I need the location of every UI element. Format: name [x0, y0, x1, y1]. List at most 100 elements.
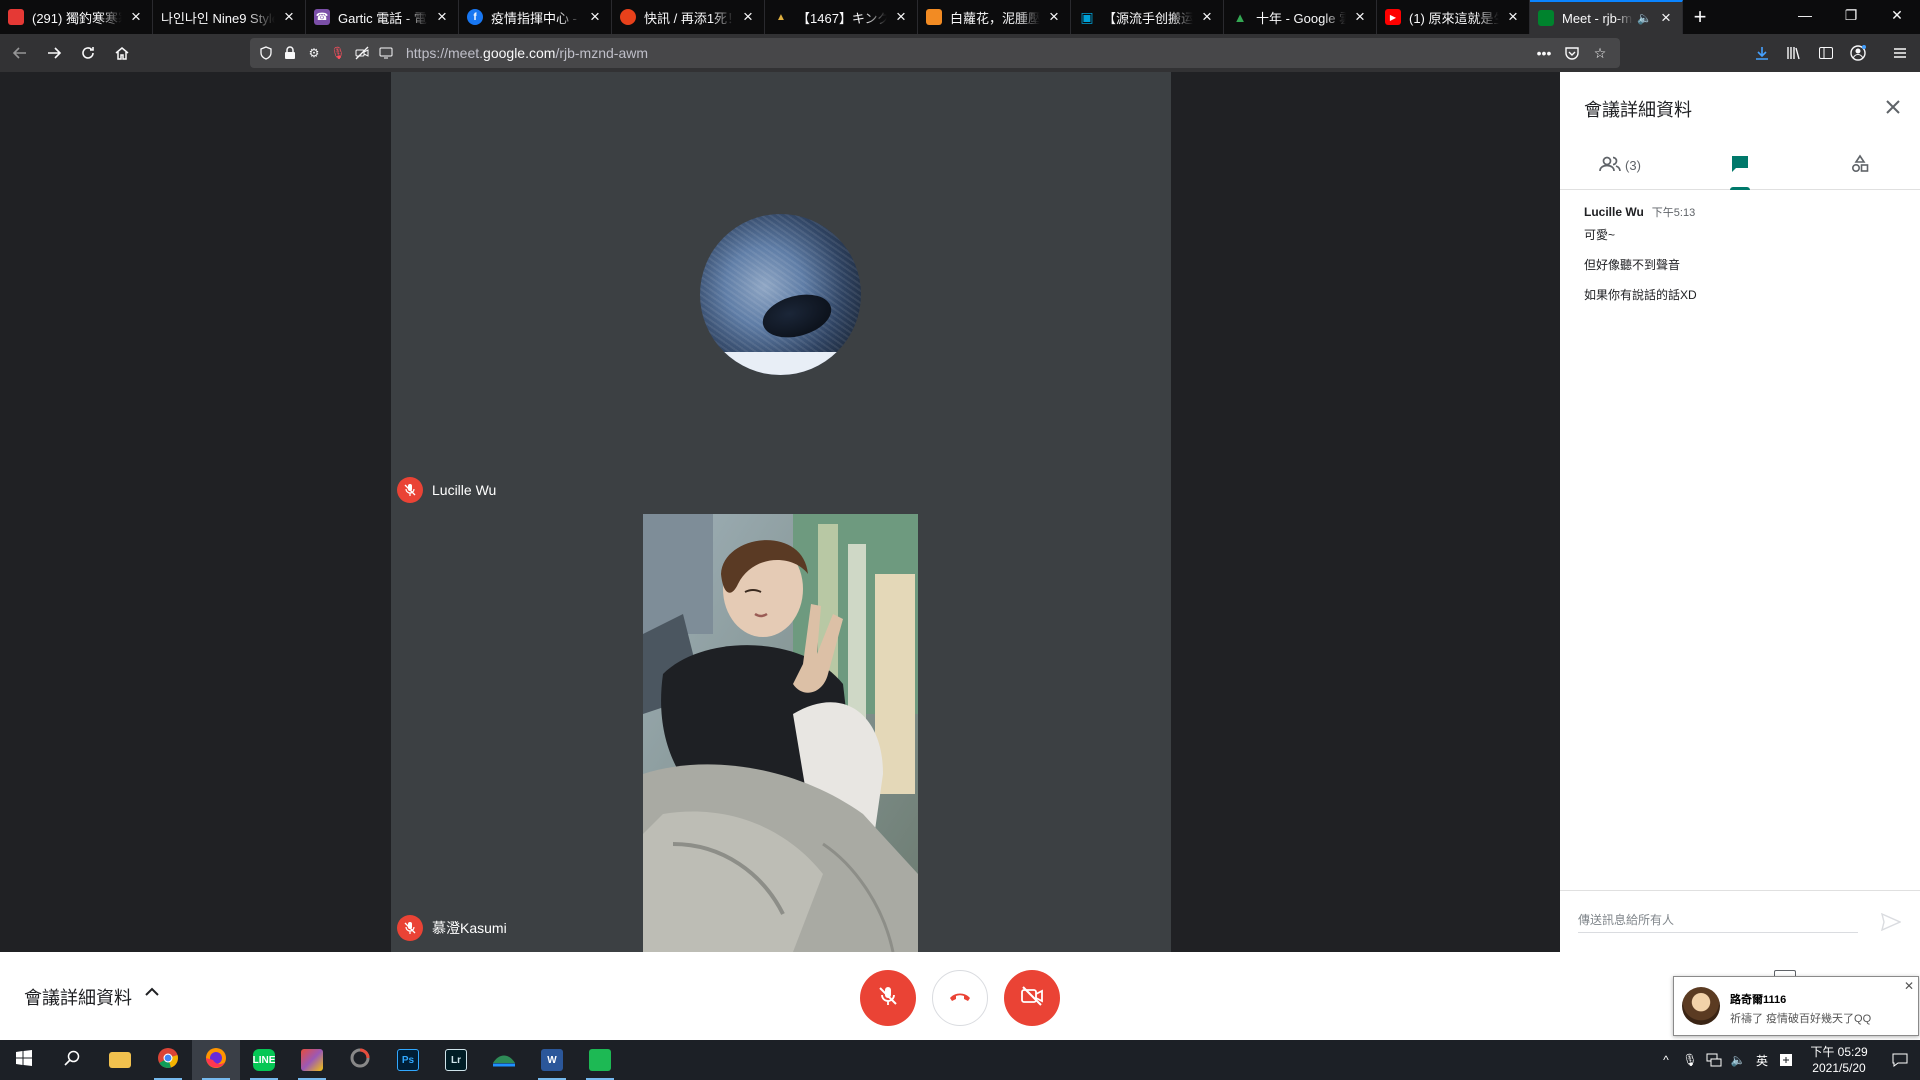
url-bar[interactable]: ⚙ 🎙 https://meet.google.com/rjb-mznd-awm… [250, 38, 1620, 68]
shield-icon[interactable] [258, 45, 274, 61]
close-tab-icon[interactable]: × [740, 8, 756, 25]
downloads-icon[interactable] [1746, 37, 1778, 69]
minimize-icon[interactable]: — [1782, 0, 1828, 30]
close-icon[interactable]: ✕ [1904, 979, 1914, 993]
firefox-icon [205, 1047, 227, 1074]
toggle-camera-button[interactable] [1004, 970, 1060, 1026]
taskbar-lightroom[interactable]: Lr [432, 1040, 480, 1080]
line-notification-toast[interactable]: 路奇爾1116 祈禱了 疫情破百好幾天了QQ ✕ [1673, 976, 1919, 1036]
search-button[interactable] [48, 1040, 96, 1080]
microphone-sharing-icon[interactable]: 🎙 [330, 45, 346, 61]
start-button[interactable] [0, 1040, 48, 1080]
taskbar-line[interactable]: LINE [240, 1040, 288, 1080]
browser-tab[interactable]: (291) 獨釣寒寒寒 × [0, 0, 153, 34]
google-meet-favicon-icon [1538, 10, 1554, 26]
meeting-details-label[interactable]: 會議詳細資料 [24, 984, 132, 1010]
close-tab-icon[interactable]: × [1352, 8, 1368, 25]
close-tab-icon[interactable]: × [281, 8, 297, 25]
taskbar-chrome[interactable] [144, 1040, 192, 1080]
wave-app-icon [492, 1049, 516, 1072]
notification-center-icon[interactable] [1880, 1040, 1920, 1080]
tab-activities[interactable] [1800, 142, 1920, 189]
ime-mode-icon[interactable] [1774, 1040, 1798, 1080]
recorder-icon [349, 1047, 371, 1074]
clock[interactable]: 下午 05:29 2021/5/20 [1798, 1044, 1880, 1076]
blog-favicon-icon [926, 9, 942, 25]
home-icon[interactable] [106, 37, 138, 69]
taskbar-app[interactable] [576, 1040, 624, 1080]
taskbar-app[interactable] [336, 1040, 384, 1080]
url-text[interactable]: https://meet.google.com/rjb-mznd-awm [406, 45, 648, 61]
close-panel-button[interactable] [1878, 92, 1908, 122]
restore-icon[interactable]: ❐ [1828, 0, 1874, 30]
tab-people[interactable]: (3) [1560, 142, 1680, 189]
menu-icon[interactable] [1884, 37, 1916, 69]
account-icon[interactable] [1842, 37, 1874, 69]
browser-tab[interactable]: 나인나인 Nine9 Style × [153, 0, 306, 34]
back-icon[interactable] [4, 37, 36, 69]
taskbar-photoshop[interactable]: Ps [384, 1040, 432, 1080]
chrome-icon [157, 1047, 179, 1074]
lock-icon[interactable] [282, 45, 298, 61]
browser-tab[interactable]: ▣ 【源流手创搬运】 × [1071, 0, 1224, 34]
taskbar-word[interactable]: W [528, 1040, 576, 1080]
taskbar-app[interactable] [288, 1040, 336, 1080]
chat-input[interactable] [1578, 907, 1858, 933]
browser-tab[interactable]: ▲ 十年 - Google 雲端 × [1224, 0, 1377, 34]
tab-title: 疫情指揮中心 - 趕 [491, 10, 581, 26]
send-icon[interactable] [1880, 911, 1902, 933]
pocket-icon[interactable] [1558, 45, 1586, 61]
chevron-up-icon[interactable] [142, 982, 162, 1002]
taskbar-app[interactable] [480, 1040, 528, 1080]
tab-strip: (291) 獨釣寒寒寒 × 나인나인 Nine9 Style × ☎ Gartic 電… [0, 0, 1920, 34]
windows-taskbar: LINE Ps Lr W ^ 🎙 🔈 英 下午 05:29 2021/5/20 [0, 1040, 1920, 1080]
chat-composer [1560, 890, 1920, 952]
ime-indicator[interactable]: 英 [1750, 1040, 1774, 1080]
taskbar-file-explorer[interactable] [96, 1040, 144, 1080]
close-tab-icon[interactable]: × [1199, 8, 1215, 25]
browser-tab[interactable]: ☎ Gartic 電話 - 電話 × [306, 0, 459, 34]
toggle-microphone-button[interactable] [860, 970, 916, 1026]
close-tab-icon[interactable]: × [1658, 9, 1674, 26]
browser-tab[interactable]: ▲ 【1467】キング × [765, 0, 918, 34]
network-icon[interactable] [1702, 1040, 1726, 1080]
taskbar-firefox[interactable] [192, 1040, 240, 1080]
screen-share-icon[interactable] [378, 45, 394, 61]
close-tab-icon[interactable]: × [587, 8, 603, 25]
chevron-up-icon[interactable]: ^ [1654, 1040, 1678, 1080]
camera-blocked-icon[interactable] [354, 45, 370, 61]
participant-tile[interactable]: 慕澄Kasumi [391, 514, 1171, 952]
close-tab-icon[interactable]: × [1046, 8, 1062, 25]
page-actions-icon[interactable]: ••• [1530, 45, 1558, 61]
tab-chat[interactable] [1680, 142, 1800, 190]
browser-tab[interactable]: 快訊 / 再添1死！ × [612, 0, 765, 34]
participant-tile[interactable]: Lucille Wu [391, 72, 1171, 508]
close-window-icon[interactable]: ✕ [1874, 0, 1920, 30]
forward-icon[interactable] [38, 37, 70, 69]
reload-icon[interactable] [72, 37, 104, 69]
speaker-icon[interactable]: 🔈 [1637, 11, 1652, 25]
participant-avatar [700, 214, 861, 375]
notification-sender: 路奇爾1116 [1730, 994, 1787, 1006]
library-icon[interactable] [1778, 37, 1810, 69]
browser-tab[interactable]: f 疫情指揮中心 - 趕 × [459, 0, 612, 34]
browser-tab-active[interactable]: Meet - rjb-mznd 🔈 × [1530, 0, 1683, 34]
browser-tab[interactable]: ▶ (1) 原來這就是生 × [1377, 0, 1530, 34]
message-text: 可愛~ [1584, 228, 1616, 242]
close-tab-icon[interactable]: × [434, 8, 450, 25]
permissions-icon[interactable]: ⚙ [306, 45, 322, 61]
new-tab-button[interactable]: + [1683, 0, 1717, 34]
close-tab-icon[interactable]: × [1505, 8, 1521, 25]
volume-icon[interactable]: 🔈 [1726, 1040, 1750, 1080]
browser-tab[interactable]: 白蘿花，泥腫壓縮 × [918, 0, 1071, 34]
meeting-details-panel: 會議詳細資料 (3) Lucille Wu 下午5:13 可愛~ 但好像聽不到聲… [1560, 72, 1920, 952]
hangup-icon [948, 989, 972, 1007]
green-app-icon [589, 1049, 611, 1071]
sidebar-icon[interactable] [1810, 37, 1842, 69]
leave-call-button[interactable] [932, 970, 988, 1026]
bookmark-star-icon[interactable]: ☆ [1586, 45, 1614, 62]
notification-text: 祈禱了 疫情破百好幾天了QQ [1730, 1013, 1872, 1025]
microphone-icon[interactable]: 🎙 [1678, 1040, 1702, 1080]
close-tab-icon[interactable]: × [128, 8, 144, 25]
close-tab-icon[interactable]: × [893, 8, 909, 25]
